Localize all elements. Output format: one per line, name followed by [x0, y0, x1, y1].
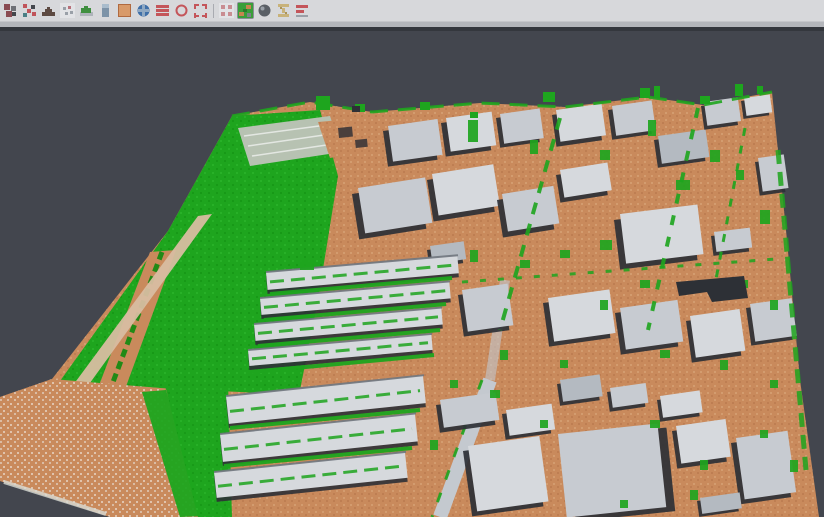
globe-icon [136, 3, 151, 18]
stats-icon [295, 3, 310, 18]
crop-icon [193, 3, 208, 18]
circle-select-icon [174, 3, 189, 18]
grid-button[interactable] [218, 2, 235, 19]
globe-button[interactable] [135, 2, 152, 19]
point-cloud-icon [3, 3, 18, 18]
profile-column-button[interactable] [97, 2, 114, 19]
crop-button[interactable] [192, 2, 209, 19]
stats-button[interactable] [294, 2, 311, 19]
hill-icon [41, 3, 56, 18]
hill-button[interactable] [40, 2, 57, 19]
classification-button[interactable] [237, 2, 254, 19]
profile-column-icon [98, 3, 113, 18]
sphere-button[interactable] [256, 2, 273, 19]
layers-button[interactable] [154, 2, 171, 19]
sphere-icon [257, 3, 272, 18]
sparse-points-icon [60, 3, 75, 18]
viewport-3d[interactable] [0, 31, 824, 517]
layers-icon [155, 3, 170, 18]
main-toolbar [0, 0, 824, 22]
classification-icon [238, 3, 253, 18]
orthophoto-button[interactable] [116, 2, 133, 19]
circle-select-button[interactable] [173, 2, 190, 19]
orthophoto-icon [117, 3, 132, 18]
pick-points-button[interactable] [21, 2, 38, 19]
dem-button[interactable] [78, 2, 95, 19]
grid-icon [219, 3, 234, 18]
dem-icon [79, 3, 94, 18]
point-cloud-button[interactable] [2, 2, 19, 19]
hourglass-button[interactable] [275, 2, 292, 19]
hourglass-icon [276, 3, 291, 18]
scene-canvas [0, 31, 824, 517]
app-window [0, 0, 824, 517]
toolbar-separator [213, 4, 214, 18]
sparse-points-button[interactable] [59, 2, 76, 19]
pick-points-icon [22, 3, 37, 18]
